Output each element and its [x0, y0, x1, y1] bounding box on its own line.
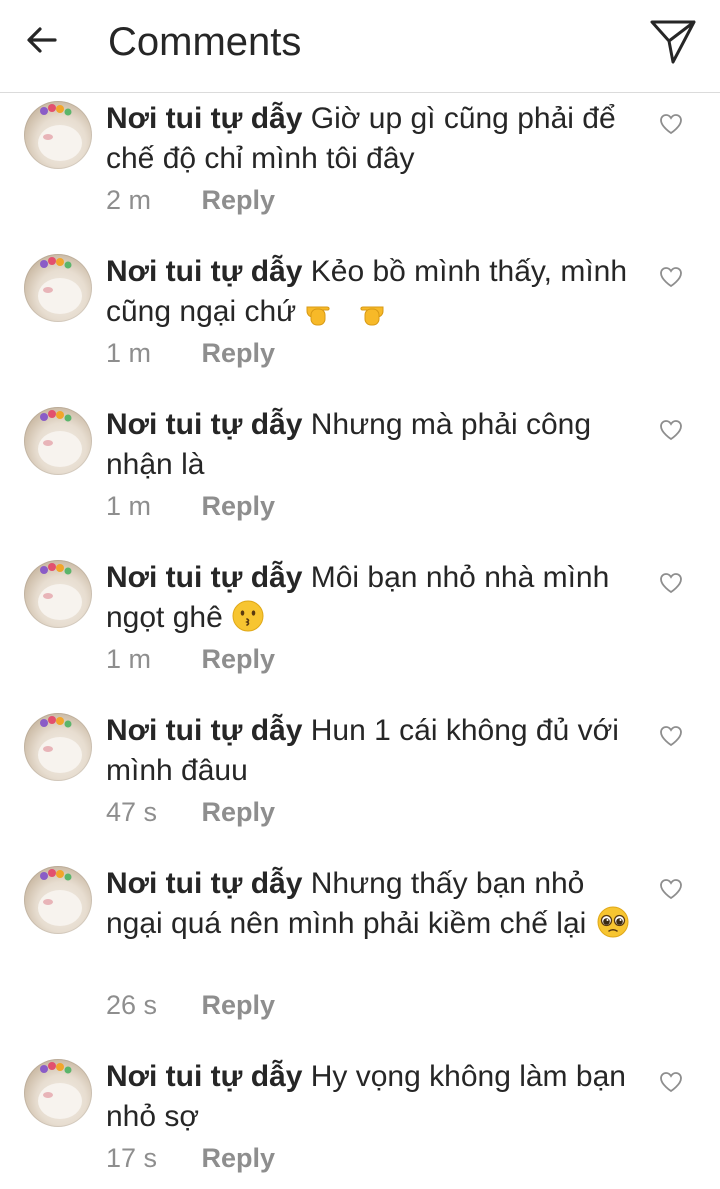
comment-body: Nơi tui tự dẫy Hun 1 cái không đủ với mì…: [106, 711, 636, 791]
heart-icon: [660, 420, 682, 441]
back-button[interactable]: [18, 16, 66, 64]
heart-icon: [660, 879, 682, 900]
comment-meta: 1 m Reply: [106, 336, 275, 370]
like-button[interactable]: [656, 874, 686, 904]
heart-icon: [660, 573, 682, 594]
reply-button[interactable]: Reply: [202, 185, 276, 215]
avatar[interactable]: [24, 713, 92, 781]
arrow-left-icon: [27, 27, 57, 53]
comment-meta: 47 s Reply: [106, 795, 275, 829]
comment-meta: 17 s Reply: [106, 1141, 275, 1175]
comment-body: Nơi tui tự dẫy Môi bạn nhỏ nhà mình ngọt…: [106, 558, 636, 644]
comment-username[interactable]: Nơi tui tự dẫy: [106, 867, 302, 900]
comment-body: Nơi tui tự dẫy Hy vọng không làm bạn nhỏ…: [106, 1057, 636, 1137]
avatar[interactable]: [24, 101, 92, 169]
share-button[interactable]: [646, 14, 700, 68]
paper-plane-icon: [650, 20, 696, 64]
comment-username[interactable]: Nơi tui tự dẫy: [106, 255, 302, 288]
heart-icon: [660, 267, 682, 288]
comment-username[interactable]: Nơi tui tự dẫy: [106, 102, 302, 135]
like-button[interactable]: [656, 415, 686, 445]
heart-icon: [660, 726, 682, 747]
kissing-face-emoji: [231, 599, 265, 644]
comment-timestamp: 1 m: [106, 491, 152, 521]
comment-timestamp: 26 s: [106, 990, 158, 1020]
like-button[interactable]: [656, 1067, 686, 1097]
comment-username[interactable]: Nơi tui tự dẫy: [106, 561, 302, 594]
avatar[interactable]: [24, 560, 92, 628]
heart-icon: [660, 114, 682, 135]
heart-icon: [660, 1072, 682, 1093]
comment-meta: 2 m Reply: [106, 183, 275, 217]
like-button[interactable]: [656, 262, 686, 292]
like-button[interactable]: [656, 568, 686, 598]
comment-timestamp: 1 m: [106, 338, 152, 368]
reply-button[interactable]: Reply: [202, 797, 276, 827]
comment-body: Nơi tui tự dẫy Kẻo bồ mình thấy, mình cũ…: [106, 252, 636, 338]
page-title: Comments: [108, 20, 302, 64]
comment-body: Nơi tui tự dẫy Nhưng thấy bạn nhỏ ngại q…: [106, 864, 636, 950]
comment-timestamp: 17 s: [106, 1143, 158, 1173]
comment-meta: 26 s Reply: [106, 988, 275, 1022]
reply-button[interactable]: Reply: [202, 990, 276, 1020]
pleading-face-emoji: [595, 905, 631, 950]
comment-username[interactable]: Nơi tui tự dẫy: [106, 408, 302, 441]
header-bar: Comments: [0, 0, 720, 93]
comment-meta: 1 m Reply: [106, 489, 275, 523]
like-button[interactable]: [656, 109, 686, 139]
comment-username[interactable]: Nơi tui tự dẫy: [106, 1060, 302, 1093]
pointing-hands-emoji: [305, 295, 385, 338]
avatar[interactable]: [24, 407, 92, 475]
reply-button[interactable]: Reply: [202, 338, 276, 368]
comment-meta: 1 m Reply: [106, 642, 275, 676]
avatar[interactable]: [24, 866, 92, 934]
comment-username[interactable]: Nơi tui tự dẫy: [106, 714, 302, 747]
comment-timestamp: 1 m: [106, 644, 152, 674]
avatar[interactable]: [24, 254, 92, 322]
reply-button[interactable]: Reply: [202, 1143, 276, 1173]
comment-body: Nơi tui tự dẫy Nhưng mà phải công nhận l…: [106, 405, 636, 485]
reply-button[interactable]: Reply: [202, 491, 276, 521]
comment-body: Nơi tui tự dẫy Giờ up gì cũng phải để ch…: [106, 99, 636, 179]
like-button[interactable]: [656, 721, 686, 751]
reply-button[interactable]: Reply: [202, 644, 276, 674]
avatar[interactable]: [24, 1059, 92, 1127]
comment-timestamp: 2 m: [106, 185, 152, 215]
comment-timestamp: 47 s: [106, 797, 158, 827]
